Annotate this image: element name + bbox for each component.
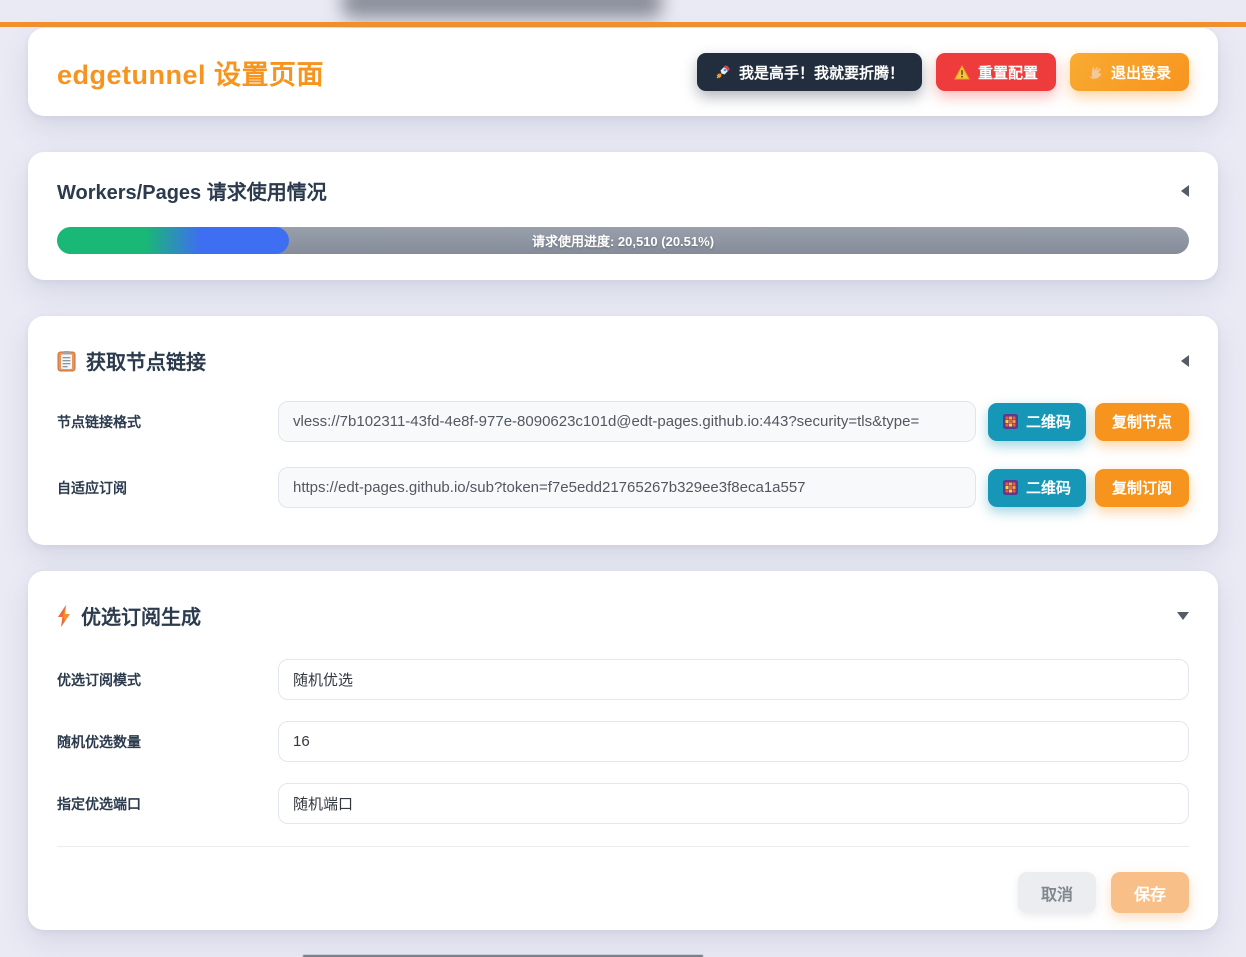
page-header-card: edgetunnel 设置页面 我是高手！我就要折腾！ 重置配置 退出登录 [28, 28, 1218, 116]
random-count-input[interactable] [278, 721, 1189, 762]
reset-config-button[interactable]: 重置配置 [936, 53, 1056, 91]
collapse-down-icon[interactable] [1177, 612, 1189, 620]
copy-node-label: 复制节点 [1112, 411, 1172, 432]
save-button[interactable]: 保存 [1111, 872, 1189, 913]
qr-code-button[interactable]: 二维码 [988, 469, 1086, 507]
random-count-label: 随机优选数量 [57, 732, 278, 752]
header-actions: 我是高手！我就要折腾！ 重置配置 退出登录 [697, 53, 1189, 91]
node-links-card: 获取节点链接 节点链接格式 二维码 复制节点 自适应订阅 [28, 316, 1218, 545]
random-count-row: 随机优选数量 [57, 721, 1189, 762]
preferred-subscription-title: 优选订阅生成 [81, 601, 201, 630]
usage-progress-bar: 请求使用进度: 20,510 (20.51%) [57, 227, 1189, 254]
expert-mode-label: 我是高手！我就要折腾！ [739, 62, 904, 83]
copy-subscription-label: 复制订阅 [1112, 477, 1172, 498]
reset-config-label: 重置配置 [978, 62, 1038, 83]
qr-code-icon [1003, 480, 1018, 495]
lightning-icon [57, 605, 71, 627]
qr-code-button[interactable]: 二维码 [988, 403, 1086, 441]
qr-code-label: 二维码 [1026, 477, 1071, 498]
top-accent-bar [0, 22, 1246, 27]
logout-label: 退出登录 [1111, 62, 1171, 83]
node-link-row: 节点链接格式 二维码 复制节点 [57, 401, 1189, 442]
offscreen-element-shadow [342, 0, 662, 18]
page-title: edgetunnel 设置页面 [57, 53, 324, 92]
warning-icon [954, 65, 970, 80]
preferred-port-input[interactable] [278, 783, 1189, 824]
expert-mode-button[interactable]: 我是高手！我就要折腾！ [697, 53, 922, 91]
usage-progress-label: 请求使用进度: 20,510 (20.51%) [57, 227, 1189, 254]
node-links-title: 获取节点链接 [86, 346, 206, 375]
usage-card-title: Workers/Pages 请求使用情况 [57, 176, 327, 205]
wave-hand-icon [1088, 65, 1103, 80]
node-link-label: 节点链接格式 [57, 412, 278, 432]
clipboard-icon [57, 350, 76, 372]
copy-subscription-button[interactable]: 复制订阅 [1095, 469, 1189, 507]
preferred-mode-label: 优选订阅模式 [57, 670, 278, 690]
form-footer: 取消 保存 [57, 846, 1189, 913]
cancel-button[interactable]: 取消 [1018, 872, 1096, 913]
usage-card: Workers/Pages 请求使用情况 请求使用进度: 20,510 (20.… [28, 152, 1218, 280]
preferred-subscription-card: 优选订阅生成 优选订阅模式 随机优选数量 指定优选端口 取消 保存 [28, 571, 1218, 930]
settings-page: edgetunnel 设置页面 我是高手！我就要折腾！ 重置配置 退出登录 [28, 28, 1218, 930]
qr-code-label: 二维码 [1026, 411, 1071, 432]
node-link-input[interactable] [278, 401, 976, 442]
qr-code-icon [1003, 414, 1018, 429]
preferred-port-label: 指定优选端口 [57, 794, 278, 814]
collapse-left-icon[interactable] [1181, 185, 1189, 197]
subscription-label: 自适应订阅 [57, 478, 278, 498]
subscription-row: 自适应订阅 二维码 复制订阅 [57, 467, 1189, 508]
collapse-left-icon[interactable] [1181, 355, 1189, 367]
preferred-mode-input[interactable] [278, 659, 1189, 700]
preferred-port-row: 指定优选端口 [57, 783, 1189, 824]
preferred-mode-row: 优选订阅模式 [57, 659, 1189, 700]
logout-button[interactable]: 退出登录 [1070, 53, 1189, 91]
copy-node-button[interactable]: 复制节点 [1095, 403, 1189, 441]
rocket-icon [715, 64, 731, 80]
subscription-input[interactable] [278, 467, 976, 508]
